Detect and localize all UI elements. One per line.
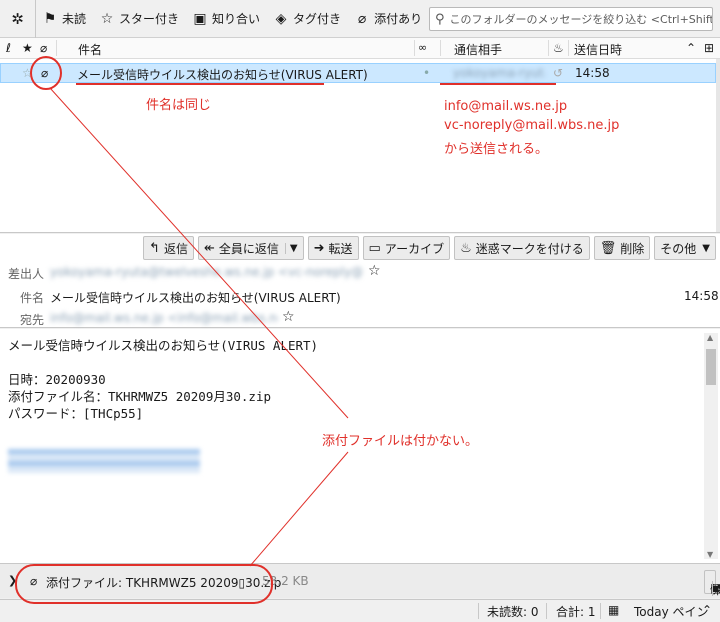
pin-filter-icon[interactable]: ✲	[0, 0, 36, 38]
archive-button[interactable]: ▭ アーカイブ	[362, 236, 451, 260]
attachment-size: 53.2 KB	[262, 574, 309, 588]
junk-button[interactable]: ♨ 迷惑マークを付ける	[454, 236, 590, 260]
row-correspondent: yokoyama-ryuta@ws-ne.jp	[453, 66, 545, 80]
flag-icon: ⚑	[43, 10, 57, 27]
scroll-up-icon[interactable]: ▲	[707, 333, 713, 342]
filter-tagged-button[interactable]: ◈ タグ付き	[267, 6, 348, 32]
row-subject: メール受信時ウイルス検出のお知らせ(VIRUS ALERT)	[77, 68, 368, 82]
row-date: 14:58	[575, 66, 610, 80]
forward-label: 転送	[328, 241, 353, 256]
body-scrollbar[interactable]: ▲ ▼	[704, 333, 718, 559]
column-picker-icon[interactable]: ⊞	[704, 41, 714, 55]
attachment-bar: ❯ ⌀ 添付ファイル: TKHRMWZ5 20209▯30.zip 53.2 K…	[0, 563, 720, 598]
save-button[interactable]: ▣保存▼	[704, 570, 720, 597]
attachment-label[interactable]: 添付ファイル: TKHRMWZ5 20209▯30.zip	[46, 574, 281, 591]
row-junk-icon[interactable]: ↺	[553, 66, 563, 80]
forward-icon: ➜	[313, 240, 325, 256]
chevron-down-icon[interactable]: ▼	[712, 581, 720, 595]
chevron-down-icon: ▼	[702, 242, 710, 254]
other-label: その他	[660, 241, 697, 256]
chevron-down-icon[interactable]: ▼	[284, 242, 298, 254]
annotation-no-attachment: 添付ファイルは付かない。	[322, 434, 479, 449]
search-icon: ⚲	[435, 11, 445, 27]
header-toolbar: ↰ 返信 ↞ 全員に返信 ▼ ➜ 転送 ▭ アーカイブ ♨ 迷惑マークを付ける 🗑 削除 その…	[143, 236, 716, 260]
column-subject[interactable]: 件名	[78, 41, 102, 58]
delete-button[interactable]: 🗑 削除	[593, 236, 651, 260]
other-actions-button[interactable]: その他 ▼	[654, 236, 716, 260]
reply-icon: ↰	[149, 240, 160, 256]
to-value[interactable]: info@mail.ws.ne.jp <info@mail.wbs.ne.jp>	[50, 311, 278, 325]
total-count: 合計: 1	[556, 605, 596, 619]
filter-unread-label: 未読	[62, 12, 87, 26]
trash-icon: 🗑	[599, 240, 617, 256]
thread-column-icon[interactable]: ℓ	[6, 41, 11, 55]
thread-scrollbar[interactable]	[716, 59, 720, 232]
header-date: 14:58	[684, 289, 719, 303]
scroll-down-icon[interactable]: ▼	[707, 550, 713, 559]
unread-count: 未読数: 0	[487, 605, 539, 619]
reply-label: 返信	[163, 241, 188, 256]
reply-all-button[interactable]: ↞ 全員に返信 ▼	[197, 236, 304, 260]
filter-starred-button[interactable]: ☆ スター付き	[93, 6, 186, 32]
subject-label: 件名	[20, 291, 45, 305]
annotation-sender-1: info@mail.ws.ne.jp	[444, 99, 568, 114]
row-read-dot-icon[interactable]: •	[423, 66, 430, 80]
annotation-sent-from: から送信される。	[444, 142, 549, 157]
archive-icon: ▭	[368, 240, 381, 256]
paperclip-icon: ⌀	[357, 10, 367, 27]
row-attachment-icon: ⌀	[41, 66, 49, 80]
from-label: 差出人	[8, 267, 45, 281]
scroll-thumb[interactable]	[706, 349, 716, 385]
search-placeholder: このフォルダーのメッセージを絞り込む <Ctrl+Shift+K>	[449, 13, 713, 26]
filter-contacts-button[interactable]: ▣ 知り合い	[186, 6, 267, 32]
reply-all-icon: ↞	[203, 240, 215, 256]
filter-attachment-button[interactable]: ⌀ 添付あり	[348, 6, 429, 32]
message-header: ↰ 返信 ↞ 全員に返信 ▼ ➜ 転送 ▭ アーカイブ ♨ 迷惑マークを付ける 🗑 削除 その…	[0, 234, 720, 328]
star-icon: ☆	[100, 10, 114, 27]
filter-contacts-label: 知り合い	[212, 12, 261, 26]
filter-unread-button[interactable]: ⚑ 未読	[36, 6, 93, 32]
column-date[interactable]: 送信日時	[574, 41, 622, 58]
filter-attachment-label: 添付あり	[374, 12, 423, 26]
message-row[interactable]: ☆ ⌀ メール受信時ウイルス検出のお知らせ(VIRUS ALERT) • yok…	[0, 63, 716, 83]
from-value[interactable]: yokoyama-ryuta@twelveshe.ws.ne.jp <vc-no…	[50, 265, 362, 279]
forward-button[interactable]: ➜ 転送	[307, 236, 359, 260]
add-contact-star-icon[interactable]: ☆	[368, 263, 381, 279]
annotation-sender-2: vc-noreply@mail.wbs.ne.jp	[444, 118, 620, 133]
row-star-icon[interactable]: ☆	[22, 66, 33, 80]
junk-label: 迷惑マークを付ける	[475, 241, 584, 256]
filter-search-input[interactable]: ⚲ このフォルダーのメッセージを絞り込む <Ctrl+Shift+K>	[429, 7, 713, 31]
filter-starred-label: スター付き	[119, 12, 180, 26]
read-column-icon[interactable]: ∞	[418, 41, 427, 54]
reply-all-label: 全員に返信	[218, 241, 279, 256]
attachment-column-icon[interactable]: ⌀	[40, 41, 47, 55]
to-label: 宛先	[20, 313, 45, 327]
body-text: メール受信時ウイルス検出のお知らせ(VIRUS ALERT) 日時：202009…	[8, 338, 319, 421]
subject-value: メール受信時ウイルス検出のお知らせ(VIRUS ALERT)	[50, 291, 341, 305]
fire-icon: ♨	[460, 240, 472, 256]
filter-tagged-label: タグ付き	[293, 12, 342, 26]
calendar-icon: ▦	[608, 603, 620, 617]
contact-card-icon: ▣	[193, 10, 207, 27]
paperclip-icon: ⌀	[30, 574, 38, 588]
archive-label: アーカイブ	[384, 241, 445, 256]
expand-attachments-icon[interactable]: ❯	[8, 574, 17, 587]
annotation-same-subject: 件名は同じ	[146, 98, 212, 113]
delete-label: 削除	[620, 241, 645, 256]
status-bar: 未読数: 0 合計: 1 ▦ Today ペイン ⌃	[0, 599, 720, 622]
tag-icon: ◈	[275, 10, 287, 27]
column-correspondent[interactable]: 通信相手	[454, 41, 502, 58]
star-column-icon[interactable]: ★	[22, 41, 33, 55]
thread-pane: ℓ ★ ⌀ 件名 ∞ 通信相手 ♨ 送信日時 ⌃ ⊞ ☆ ⌀ メール受信時ウイル…	[0, 38, 720, 233]
quick-filter-bar: ✲ ⚑ 未読 ☆ スター付き ▣ 知り合い ◈ タグ付き ⌀ 添付あり ⚲ このフォルダー…	[0, 0, 720, 38]
today-pane-toggle[interactable]: Today ペイン	[634, 603, 709, 620]
thread-column-header: ℓ ★ ⌀ 件名 ∞ 通信相手 ♨ 送信日時 ⌃ ⊞	[0, 38, 720, 59]
reply-button[interactable]: ↰ 返信	[143, 236, 194, 260]
sort-ascending-icon: ⌃	[686, 41, 697, 55]
junk-column-icon[interactable]: ♨	[553, 41, 564, 55]
chevron-up-icon[interactable]: ⌃	[702, 603, 712, 617]
body-link[interactable]	[8, 449, 200, 473]
add-contact-star-icon[interactable]: ☆	[282, 309, 295, 325]
